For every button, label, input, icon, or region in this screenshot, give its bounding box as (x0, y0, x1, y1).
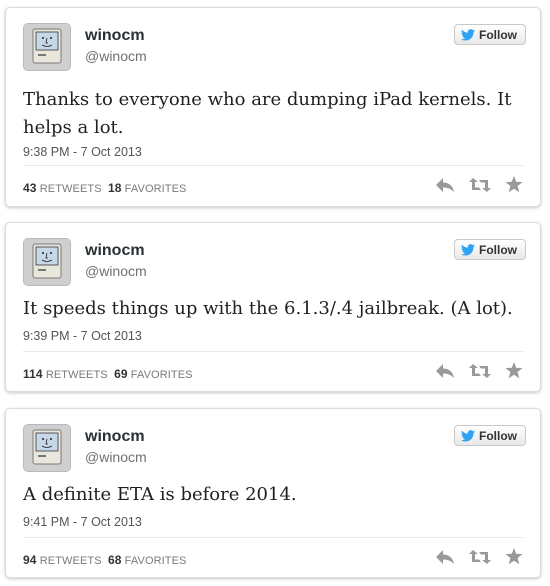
follow-button[interactable]: Follow (454, 425, 526, 446)
tweet-text: Thanks to everyone who are dumping iPad … (23, 86, 523, 142)
favorite-count[interactable]: 69 (114, 367, 128, 381)
follow-label: Follow (479, 27, 517, 42)
reply-icon[interactable] (435, 549, 455, 565)
tweet-card: winocm @winocm Follow A definite ETA is … (5, 408, 541, 578)
tweet-stats: 94 RETWEETS 68 FAVORITES (23, 553, 187, 567)
follow-label: Follow (479, 242, 517, 257)
divider (23, 537, 523, 538)
tweet-timestamp[interactable]: 9:41 PM - 7 Oct 2013 (23, 515, 142, 529)
tweet-text-line: It speeds things up with the 6.1.3/.4 ja… (23, 298, 513, 319)
tweet-actions (435, 176, 523, 193)
avatar[interactable] (23, 424, 71, 472)
retweet-icon[interactable] (469, 177, 491, 193)
classic-mac-icon (24, 425, 70, 471)
retweets-label: RETWEETS (45, 369, 108, 381)
tweet-text: It speeds things up with the 6.1.3/.4 ja… (23, 295, 523, 323)
reply-icon[interactable] (435, 177, 455, 193)
follow-button[interactable]: Follow (454, 239, 526, 260)
favorite-count[interactable]: 18 (108, 181, 122, 195)
tweet-timestamp[interactable]: 9:39 PM - 7 Oct 2013 (23, 329, 142, 343)
star-icon[interactable] (505, 176, 523, 193)
classic-mac-icon (24, 239, 70, 285)
favorites-label: FAVORITES (124, 183, 187, 195)
retweet-count[interactable]: 94 (23, 553, 37, 567)
retweet-count[interactable]: 43 (23, 181, 37, 195)
favorite-count[interactable]: 68 (108, 553, 122, 567)
tweet-text: A definite ETA is before 2014. (23, 481, 523, 509)
tweet-text-line: helps a lot. (23, 117, 124, 138)
user-name[interactable]: winocm (85, 428, 145, 446)
retweet-icon[interactable] (469, 363, 491, 379)
retweets-label: RETWEETS (39, 183, 102, 195)
star-icon[interactable] (505, 362, 523, 379)
tweet-card: winocm @winocm Follow Thanks to everyone… (5, 7, 541, 207)
twitter-bird-icon (461, 429, 475, 442)
user-handle[interactable]: @winocm (85, 449, 147, 465)
tweet-card: winocm @winocm Follow It speeds things u… (5, 222, 541, 392)
user-handle[interactable]: @winocm (85, 263, 147, 279)
tweet-actions (435, 548, 523, 565)
retweets-label: RETWEETS (39, 555, 102, 567)
tweet-text-line: Thanks to everyone who are dumping iPad … (23, 89, 512, 110)
reply-icon[interactable] (435, 363, 455, 379)
avatar[interactable] (23, 23, 71, 71)
favorites-label: FAVORITES (130, 369, 193, 381)
favorites-label: FAVORITES (124, 555, 187, 567)
tweet-stats: 43 RETWEETS 18 FAVORITES (23, 181, 187, 195)
divider (23, 165, 523, 166)
avatar[interactable] (23, 238, 71, 286)
classic-mac-icon (24, 24, 70, 70)
tweet-timestamp[interactable]: 9:38 PM - 7 Oct 2013 (23, 145, 142, 159)
user-handle[interactable]: @winocm (85, 48, 147, 64)
tweet-stats: 114 RETWEETS 69 FAVORITES (23, 367, 193, 381)
follow-label: Follow (479, 428, 517, 443)
divider (23, 351, 523, 352)
retweet-count[interactable]: 114 (23, 367, 43, 381)
twitter-bird-icon (461, 243, 475, 256)
star-icon[interactable] (505, 548, 523, 565)
retweet-icon[interactable] (469, 549, 491, 565)
tweet-actions (435, 362, 523, 379)
twitter-bird-icon (461, 28, 475, 41)
user-name[interactable]: winocm (85, 242, 145, 260)
tweet-text-line: A definite ETA is before 2014. (23, 484, 297, 505)
follow-button[interactable]: Follow (454, 24, 526, 45)
user-name[interactable]: winocm (85, 27, 145, 45)
